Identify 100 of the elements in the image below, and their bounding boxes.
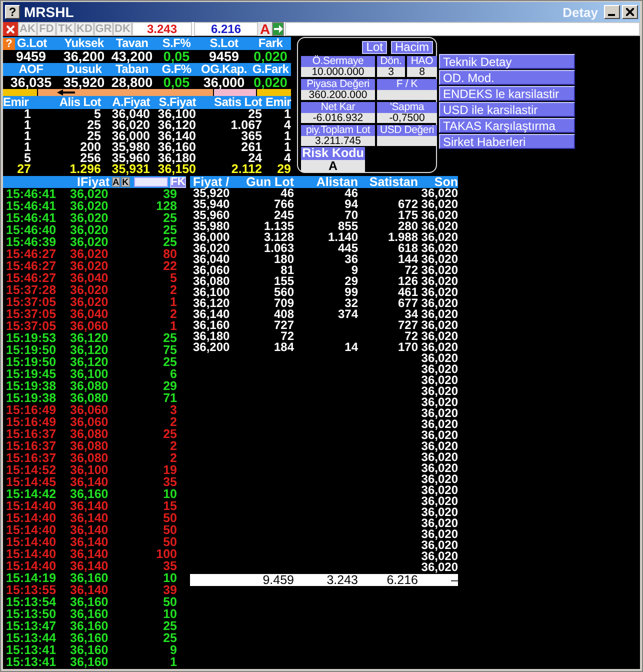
trade-time: 15:14:40 [6, 536, 58, 548]
table-cell-text: 36,020 [420, 331, 458, 342]
table-cell-text: 36,020 [192, 243, 231, 254]
table-cell-text: 36,040 [110, 109, 150, 120]
quote-value: 35,920 [62, 76, 106, 89]
value-field: 3.211.745 [301, 136, 375, 146]
trade-time: 15:46:41 [6, 200, 58, 212]
trade-time: 15:13:47 [6, 620, 58, 632]
trade-lot: 75 [162, 344, 177, 356]
trade-price: 36,020 [70, 260, 110, 272]
table-cell-text: 32 [344, 298, 358, 309]
quote-value: 43,200 [110, 50, 154, 63]
table-cell-text: 9 [351, 265, 358, 276]
table-cell-text: 36,020 [110, 120, 150, 131]
detail-button[interactable]: Teknik Detay [439, 54, 575, 69]
table-cell-text: 35,960 [192, 210, 231, 221]
trade-price: 36,140 [70, 548, 110, 560]
column-header: G.Fark [251, 63, 290, 76]
trade-price: 36,140 [70, 500, 110, 512]
table-cell-text: 36,000 [192, 232, 231, 243]
table-cell-text: 280 [398, 221, 418, 232]
mode-button[interactable]: A [258, 22, 272, 36]
table-cell-text: 24 [248, 153, 262, 164]
field-label: Piyasa Değeri [301, 79, 375, 90]
column-header: Emir [264, 96, 291, 109]
help-button[interactable]: ? [5, 5, 20, 19]
table-cell-text: 36,160 [192, 320, 231, 331]
total-cell-text: 9.459 [262, 574, 294, 586]
trade-price: 36,140 [70, 560, 110, 572]
trade-price: 36,020 [70, 248, 110, 260]
column-header: Yuksek [63, 37, 105, 50]
detail-button[interactable]: Sirket Haberleri [439, 134, 575, 149]
table-cell-text: 365 [241, 131, 262, 142]
table-cell-text: 36,020 [420, 265, 458, 276]
filter-field[interactable] [134, 177, 168, 187]
trade-lot: 1 [169, 656, 177, 668]
table-cell-text: 35,980 [192, 221, 231, 232]
field-label: piy.Toplam Lot [301, 125, 375, 136]
table-cell-text: 46 [280, 188, 294, 199]
sort-button[interactable]: K [121, 177, 130, 187]
table-cell-text: 4 [283, 120, 291, 131]
table-cell-text: 36,180 [156, 153, 196, 164]
table-cell-text: 72 [404, 331, 418, 342]
trade-lot: 2 [169, 452, 177, 464]
trade-price: 36,020 [70, 296, 110, 308]
detail-button[interactable]: OD. Mod. [439, 70, 575, 85]
table-cell-text: 672 [396, 199, 418, 210]
column-header: Gun Lot [245, 176, 294, 188]
filter-button[interactable]: FK [170, 176, 186, 188]
table-cell-text: 727 [272, 320, 294, 331]
table-cell-text: 36,020 [420, 430, 458, 441]
table-cell-text: 36,100 [156, 109, 196, 120]
close-button[interactable] [622, 5, 638, 19]
trade-price: 36,060 [70, 320, 110, 332]
table-cell-text: 36,020 [420, 188, 458, 199]
value-field: -6.016.932 [301, 113, 375, 123]
trade-price: 36,080 [70, 428, 110, 440]
trade-time: 15:14:45 [6, 476, 58, 488]
table-cell-text: 36,020 [420, 287, 458, 298]
table-cell-text: 81 [280, 265, 294, 276]
table-cell-text: 1 [23, 131, 31, 142]
trade-price: 36,160 [70, 596, 110, 608]
table-cell-text: 677 [396, 298, 418, 309]
detail-button[interactable]: TAKAS Karşılaştırma [439, 118, 575, 133]
minimize-button[interactable] [604, 5, 620, 19]
trade-time: 15:46:27 [6, 272, 58, 284]
trade-price: 36,100 [70, 464, 110, 476]
table-cell-text: 99 [344, 287, 358, 298]
trade-time: 15:16:49 [6, 416, 58, 428]
trade-price: 36,120 [70, 332, 110, 344]
toggle-button[interactable]: Hacim [390, 41, 433, 54]
detail-button[interactable]: USD ile karsilastir [439, 102, 575, 117]
total-cell-text: 35,931 [110, 164, 150, 175]
detail-button[interactable]: ENDEKS le karsilastir [439, 86, 575, 101]
table-cell-text: 36,020 [420, 386, 458, 397]
trade-lot: 25 [162, 224, 177, 236]
input-field[interactable] [285, 22, 640, 36]
table-cell-text: 36,020 [420, 375, 458, 386]
trade-time: 15:14:52 [6, 464, 58, 476]
trade-time: 15:13:50 [6, 608, 58, 620]
table-cell-text: 1.067 [230, 120, 262, 131]
table-cell-text: 36,140 [192, 309, 231, 320]
go-button[interactable] [272, 22, 284, 36]
table-cell-text: 36,020 [420, 210, 458, 221]
trade-price: 36,120 [70, 344, 110, 356]
help-button[interactable]: ? [3, 38, 15, 50]
trade-lot: 1 [169, 296, 177, 308]
sort-button[interactable]: A [112, 177, 120, 187]
value-field: -0,7500 [377, 113, 437, 123]
field-label: Dön. [377, 56, 405, 67]
table-cell-text: 36,020 [420, 441, 458, 452]
trade-time: 15:16:49 [6, 404, 58, 416]
column-header: Taban [116, 63, 148, 76]
field-label: HAO [407, 56, 437, 67]
trade-time: 15:46:27 [6, 248, 58, 260]
toggle-button[interactable]: Lot [362, 41, 387, 54]
quote-value: 0,05 [162, 50, 191, 63]
trade-price: 36,080 [70, 440, 110, 452]
value-field: 3 [377, 67, 405, 77]
field-label: F / K [377, 79, 437, 90]
